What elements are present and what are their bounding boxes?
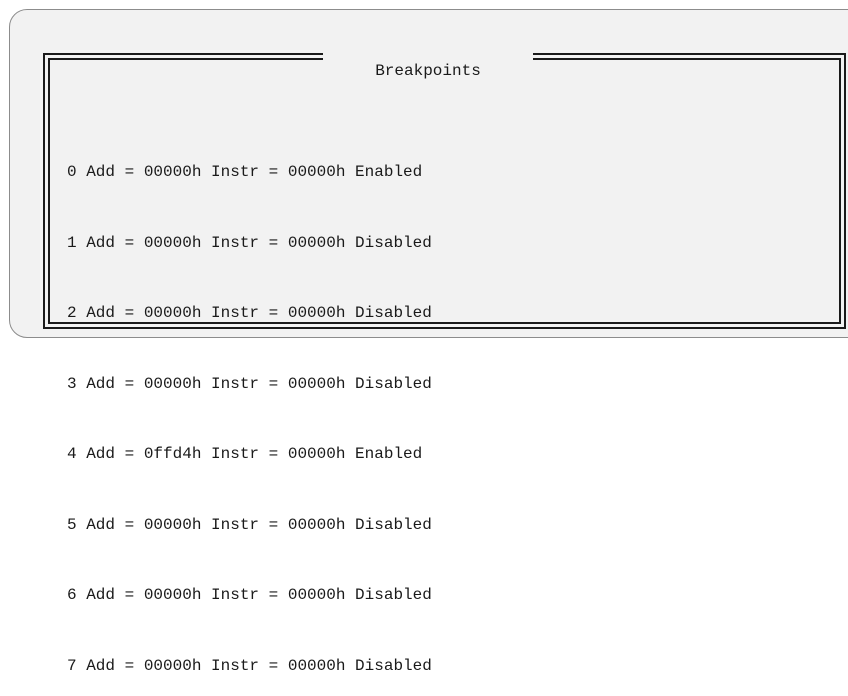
breakpoint-row-3[interactable]: 3 Add = 00000h Instr = 00000h Disabled bbox=[67, 373, 432, 397]
breakpoint-row-5[interactable]: 5 Add = 00000h Instr = 00000h Disabled bbox=[67, 514, 432, 538]
breakpoint-row-7[interactable]: 7 Add = 00000h Instr = 00000h Disabled bbox=[67, 655, 432, 679]
breakpoint-row-4[interactable]: 4 Add = 0ffd4h Instr = 00000h Enabled bbox=[67, 443, 432, 467]
panel-title: Breakpoints bbox=[323, 47, 533, 80]
breakpoint-row-0[interactable]: 0 Add = 00000h Instr = 00000h Enabled bbox=[67, 161, 432, 185]
breakpoint-list: 0 Add = 00000h Instr = 00000h Enabled 1 … bbox=[67, 114, 432, 696]
terminal-screen: Breakpoints 0 Add = 00000h Instr = 00000… bbox=[9, 9, 848, 675]
breakpoint-row-1[interactable]: 1 Add = 00000h Instr = 00000h Disabled bbox=[67, 232, 432, 256]
breakpoint-row-6[interactable]: 6 Add = 00000h Instr = 00000h Disabled bbox=[67, 584, 432, 608]
breakpoint-row-2[interactable]: 2 Add = 00000h Instr = 00000h Disabled bbox=[67, 302, 432, 326]
